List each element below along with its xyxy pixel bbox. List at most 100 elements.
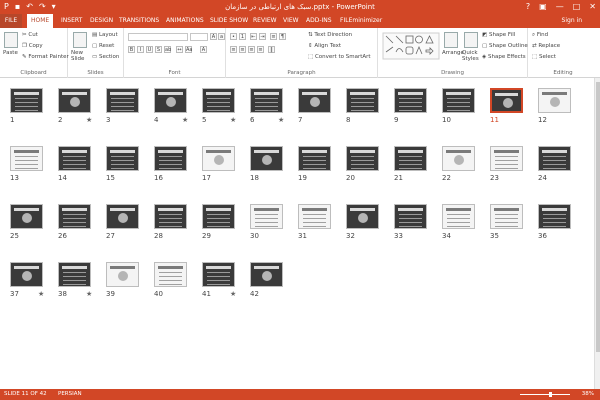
layout-button[interactable]: ▤ Layout	[92, 32, 118, 38]
arrange-button[interactable]: Arrange	[442, 50, 464, 56]
select-button[interactable]: ⬚ Select	[532, 54, 556, 60]
zoom-level[interactable]: 38%	[582, 391, 594, 397]
quick-styles-button[interactable]: Quick Styles	[462, 50, 480, 62]
slide-thumbnail[interactable]	[394, 146, 427, 171]
slide-thumbnail[interactable]	[442, 204, 475, 229]
tab-animations[interactable]: ANIMATIONS	[166, 17, 204, 24]
sign-in-link[interactable]: Sign in	[562, 17, 582, 24]
slide-thumbnail[interactable]	[58, 146, 91, 171]
find-button[interactable]: ⌕ Find	[532, 32, 548, 39]
slide-thumbnail[interactable]	[346, 88, 379, 113]
new-slide-button[interactable]: New Slide	[71, 50, 91, 62]
slide-thumbnail[interactable]	[106, 204, 139, 229]
slide-thumbnail[interactable]	[202, 204, 235, 229]
paste-button[interactable]: Paste	[3, 50, 18, 56]
center-button[interactable]: ≡	[239, 46, 246, 53]
slide-thumbnail[interactable]	[10, 262, 43, 287]
slide-thumbnail[interactable]	[154, 262, 187, 287]
justify-button[interactable]: ≡	[257, 46, 264, 53]
ribbon-display-button[interactable]: ▣	[539, 2, 547, 11]
tab-transitions[interactable]: TRANSITIONS	[119, 17, 159, 24]
slide-thumbnail[interactable]	[346, 204, 379, 229]
strikethrough-button[interactable]: ab	[164, 46, 171, 53]
align-left-button[interactable]: ≡	[230, 46, 237, 53]
slide-thumbnail[interactable]	[442, 146, 475, 171]
tab-add-ins[interactable]: ADD-INS	[306, 17, 332, 24]
transition-star-icon[interactable]: ★	[230, 116, 236, 124]
slide-thumbnail[interactable]	[106, 88, 139, 113]
italic-button[interactable]: I	[137, 46, 144, 53]
slide-thumbnail[interactable]	[250, 88, 283, 113]
paste-icon[interactable]	[4, 32, 18, 48]
scrollbar-thumb[interactable]	[596, 82, 600, 352]
shape-effects-button[interactable]: ◈ Shape Effects	[482, 54, 526, 60]
transition-star-icon[interactable]: ★	[86, 116, 92, 124]
columns-button[interactable]: ‖	[268, 46, 275, 53]
slide-thumbnail[interactable]	[10, 204, 43, 229]
slide-thumbnail[interactable]	[58, 204, 91, 229]
slide-thumbnail[interactable]	[58, 88, 91, 113]
rtl-button[interactable]: ¶	[279, 33, 286, 40]
tab-file[interactable]: FILE	[0, 14, 22, 28]
convert-smartart-button[interactable]: ⬚ Convert to SmartArt	[308, 54, 371, 60]
slide-thumbnail[interactable]	[10, 146, 43, 171]
zoom-slider[interactable]	[520, 394, 570, 395]
shape-fill-button[interactable]: ◩ Shape Fill	[482, 32, 515, 38]
slide-thumbnail[interactable]	[490, 146, 523, 171]
slide-thumbnail[interactable]	[106, 262, 139, 287]
slide-thumbnail[interactable]	[202, 262, 235, 287]
grow-font-button[interactable]: A	[210, 33, 217, 40]
maximize-button[interactable]: □	[573, 2, 581, 11]
slide-thumbnail[interactable]	[202, 88, 235, 113]
slide-thumbnail[interactable]	[298, 88, 331, 113]
transition-star-icon[interactable]: ★	[182, 116, 188, 124]
slide-thumbnail[interactable]	[298, 146, 331, 171]
tab-insert[interactable]: INSERT	[61, 17, 82, 24]
slide-thumbnail[interactable]	[538, 204, 571, 229]
transition-star-icon[interactable]: ★	[38, 290, 44, 298]
slide-thumbnail[interactable]	[538, 88, 571, 113]
slide-thumbnail[interactable]	[154, 204, 187, 229]
shadow-button[interactable]: S	[155, 46, 162, 53]
tab-fileminimizer[interactable]: FILEminimizer	[340, 17, 382, 24]
numbering-button[interactable]: 1	[239, 33, 246, 40]
copy-button[interactable]: ❐ Copy	[22, 43, 43, 49]
shape-outline-button[interactable]: ▢ Shape Outline	[482, 43, 528, 49]
slide-thumbnail[interactable]	[394, 204, 427, 229]
slide-thumbnail[interactable]	[250, 204, 283, 229]
slide-thumbnail[interactable]	[442, 88, 475, 113]
transition-star-icon[interactable]: ★	[230, 290, 236, 298]
font-color-button[interactable]: A	[200, 46, 207, 53]
zoom-slider-knob[interactable]	[549, 392, 552, 397]
align-text-button[interactable]: ⇕ Align Text	[308, 43, 341, 49]
transition-star-icon[interactable]: ★	[86, 290, 92, 298]
tab-view[interactable]: VIEW	[283, 17, 299, 24]
bold-button[interactable]: B	[128, 46, 135, 53]
slide-thumbnail[interactable]	[490, 88, 523, 113]
language-indicator[interactable]: PERSIAN	[58, 391, 82, 397]
slide-thumbnail[interactable]	[250, 262, 283, 287]
transition-star-icon[interactable]: ★	[278, 116, 284, 124]
font-name-field[interactable]	[128, 33, 188, 41]
help-button[interactable]: ?	[526, 2, 530, 11]
font-size-field[interactable]	[190, 33, 208, 41]
slide-thumbnail[interactable]	[58, 262, 91, 287]
slide-thumbnail[interactable]	[298, 204, 331, 229]
increase-indent-button[interactable]: ⇥	[259, 33, 266, 40]
shapes-gallery[interactable]	[382, 32, 440, 60]
quick-styles-icon[interactable]	[464, 32, 478, 48]
slide-thumbnail[interactable]	[154, 88, 187, 113]
tab-home[interactable]: HOME	[27, 14, 54, 28]
section-button[interactable]: ▭ Section	[92, 54, 119, 60]
minimize-button[interactable]: —	[556, 2, 564, 11]
tab-design[interactable]: DESIGN	[90, 17, 113, 24]
tab-slide-show[interactable]: SLIDE SHOW	[210, 17, 248, 24]
slide-thumbnail[interactable]	[250, 146, 283, 171]
align-right-button[interactable]: ≡	[248, 46, 255, 53]
close-button[interactable]: ✕	[589, 2, 596, 11]
slide-thumbnail[interactable]	[202, 146, 235, 171]
replace-button[interactable]: ⇄ Replace	[532, 43, 560, 49]
slide-thumbnail[interactable]	[106, 146, 139, 171]
new-slide-icon[interactable]	[73, 32, 87, 48]
slide-thumbnail[interactable]	[10, 88, 43, 113]
